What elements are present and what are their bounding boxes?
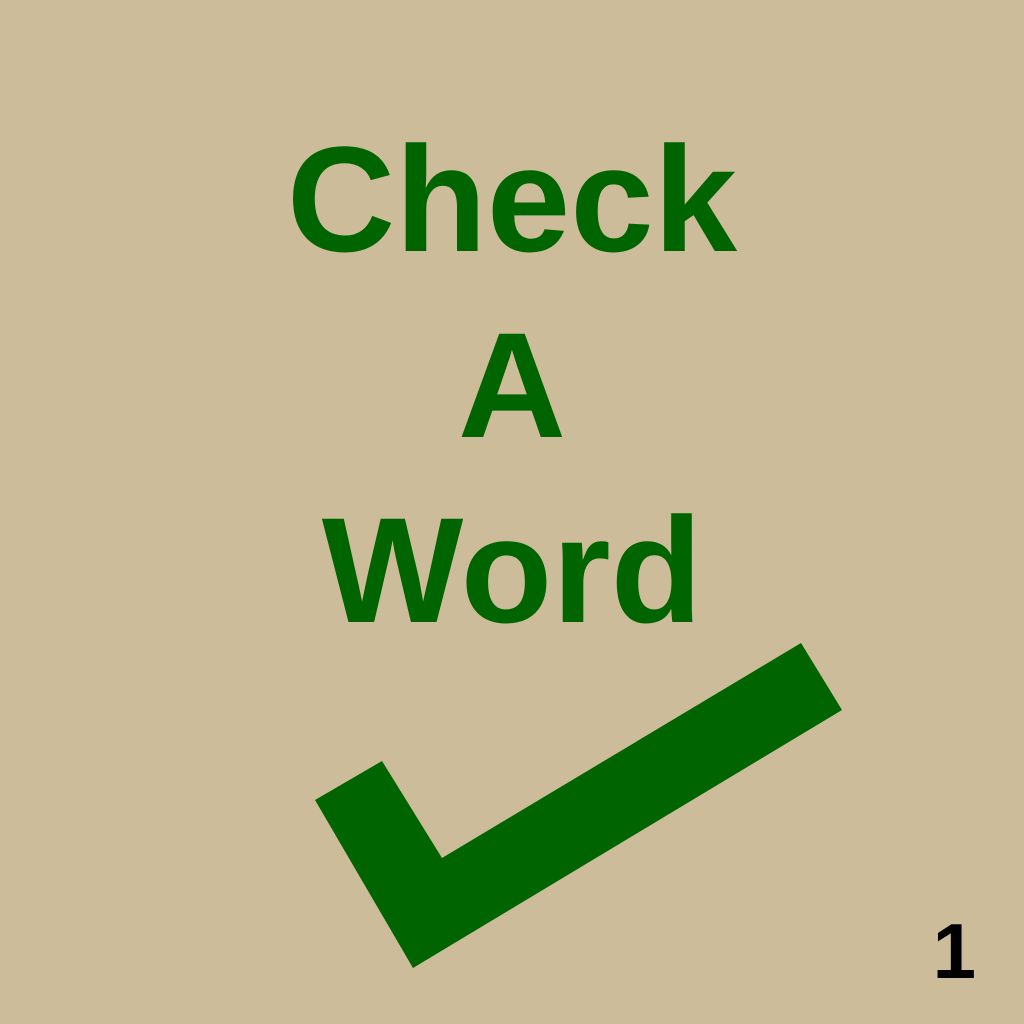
title-line-word: Word [321,486,703,654]
title-line-check: Check [286,115,738,283]
checkmark-shape [315,643,842,968]
page-number: 1 [932,907,976,995]
title-line-a: A [457,301,567,469]
